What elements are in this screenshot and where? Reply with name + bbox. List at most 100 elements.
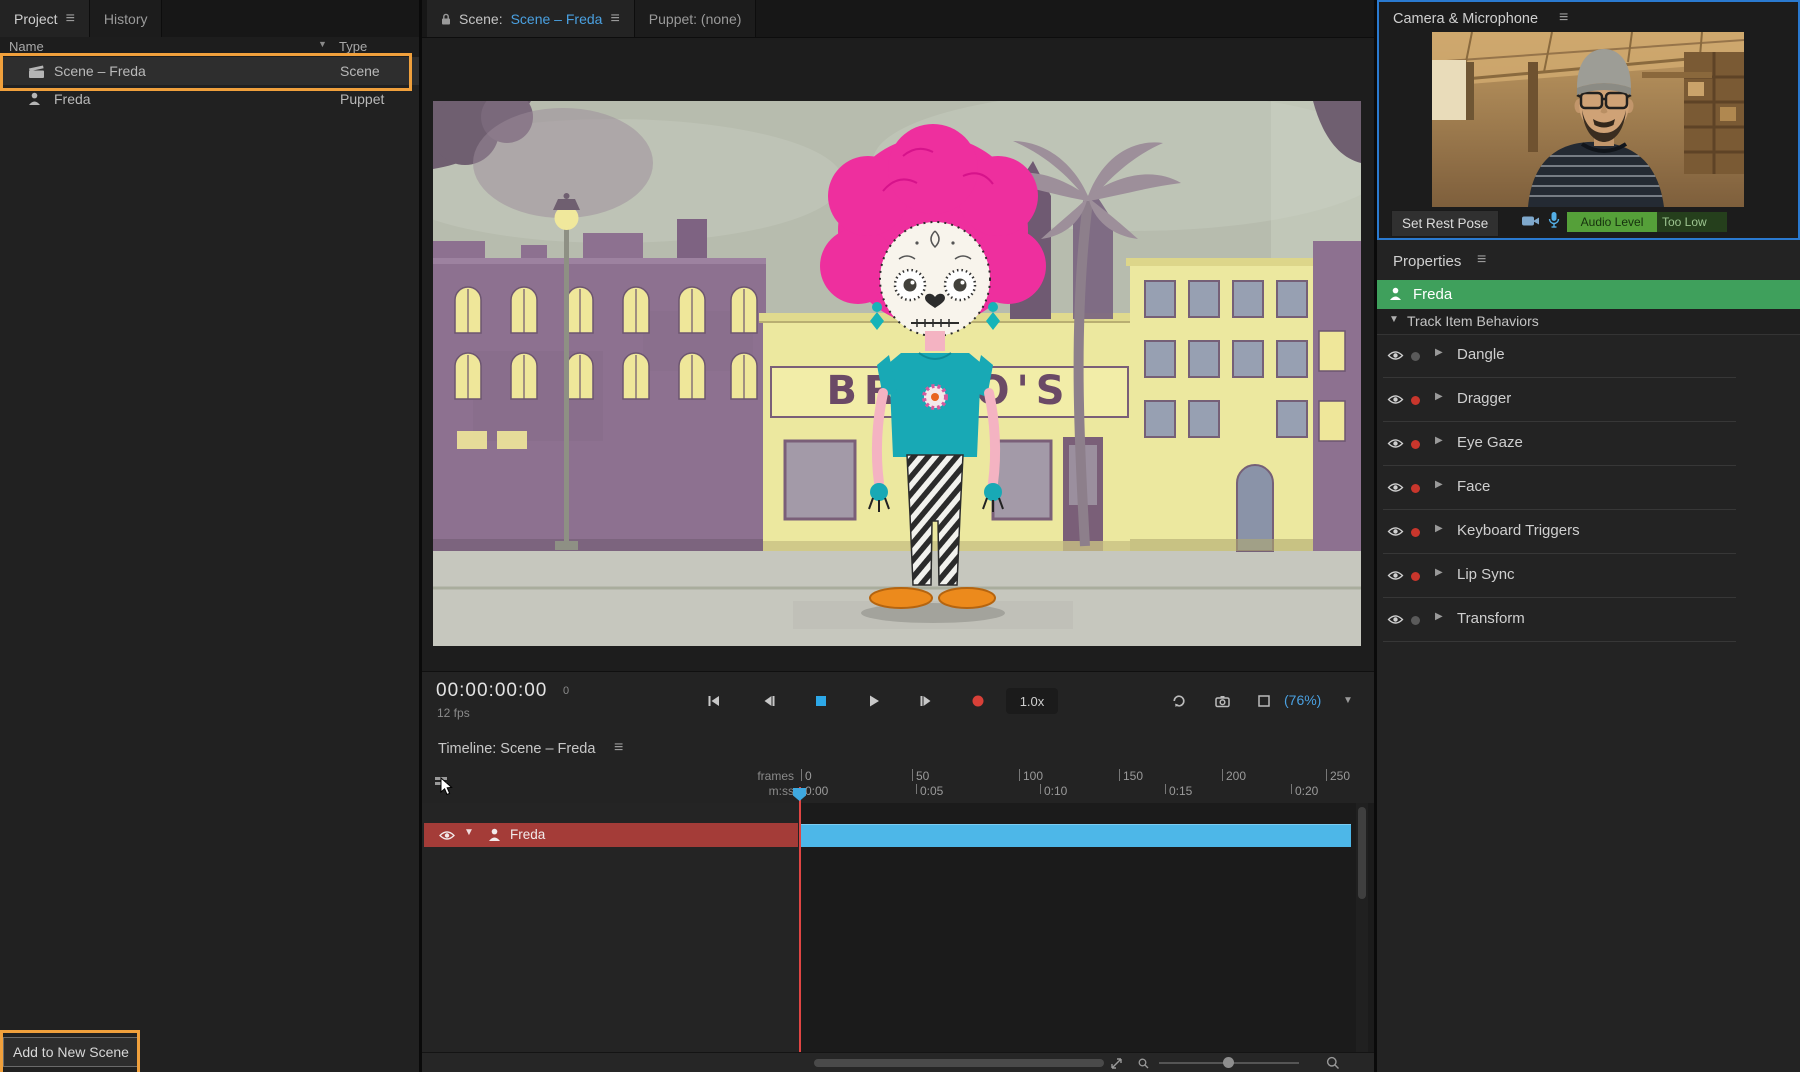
zoom-in-timeline-icon[interactable] <box>1326 1056 1340 1070</box>
behavior-name: Dangle <box>1457 346 1505 363</box>
tab-scene[interactable]: Scene: Scene – Freda ≡ <box>427 0 635 37</box>
caret-right-icon[interactable]: ▶ <box>1435 347 1443 358</box>
timeline-lanes[interactable]: ▼ Freda <box>422 803 1374 1052</box>
tab-scene-name: Scene – Freda <box>511 11 603 27</box>
eye-icon[interactable] <box>1387 438 1404 449</box>
caret-right-icon[interactable]: ▶ <box>1435 479 1443 490</box>
behavior-row-transform[interactable]: ▶ Transform <box>1377 598 1800 642</box>
puppet-icon <box>488 828 501 842</box>
zoom-out-timeline-icon[interactable] <box>1138 1058 1149 1069</box>
frame-counter: 0 <box>563 685 569 697</box>
caret-right-icon[interactable]: ▶ <box>1435 435 1443 446</box>
set-rest-pose-button[interactable]: Set Rest Pose <box>1391 210 1499 237</box>
arm-record-dot[interactable] <box>1411 352 1420 361</box>
behavior-name: Transform <box>1457 610 1525 627</box>
stop-button[interactable] <box>806 686 836 716</box>
camera-toggle-icon[interactable] <box>1521 214 1540 228</box>
eye-icon[interactable] <box>1387 614 1404 625</box>
record-button[interactable] <box>963 686 993 716</box>
scrollbar-thumb[interactable] <box>1358 807 1366 899</box>
sort-caret-icon[interactable]: ▼ <box>318 39 327 49</box>
timecode-display[interactable]: 00:00:00:00 <box>436 680 547 702</box>
timeline-horizontal-scrollbar[interactable] <box>814 1059 1104 1067</box>
behavior-row-face[interactable]: ▶ Face <box>1377 466 1800 510</box>
tab-puppet-label: Puppet: (none) <box>649 11 742 27</box>
scene-clapperboard-icon <box>28 64 45 79</box>
track-header-freda[interactable]: ▼ Freda <box>424 823 798 847</box>
audio-level-badge: Audio Level Too Low <box>1567 212 1727 232</box>
eye-icon[interactable] <box>1387 482 1404 493</box>
track-name: Freda <box>510 827 545 842</box>
project-row-scene[interactable]: Scene – Freda Scene <box>0 57 419 85</box>
tab-puppet[interactable]: Puppet: (none) <box>635 0 757 37</box>
arm-record-dot[interactable] <box>1411 484 1420 493</box>
arm-record-dot[interactable] <box>1411 396 1420 405</box>
eye-icon[interactable] <box>1387 526 1404 537</box>
arm-record-dot[interactable] <box>1411 528 1420 537</box>
frame-outline-icon[interactable] <box>1249 686 1279 716</box>
loop-icon[interactable] <box>1164 686 1194 716</box>
timeline-ruler[interactable]: frames m:ss 0 50 100 150 200 250 0:00 0:… <box>422 767 1374 804</box>
eye-icon[interactable] <box>1387 570 1404 581</box>
menu-icon[interactable]: ≡ <box>66 11 75 27</box>
column-name[interactable]: Name <box>9 39 44 54</box>
eye-icon[interactable] <box>439 830 455 841</box>
track-item-bar[interactable] <box>800 824 1351 847</box>
timeline-panel: Timeline: Scene – Freda ≡ frames m:ss 0 … <box>422 731 1374 1072</box>
properties-panel: Properties ≡ Freda ▼ Track Item Behavior… <box>1377 240 1800 1072</box>
menu-icon[interactable]: ≡ <box>1477 252 1486 268</box>
column-type[interactable]: Type <box>339 39 367 54</box>
camera-panel-title: Camera & Microphone <box>1393 11 1538 27</box>
project-column-header[interactable]: Name ▼ Type <box>0 37 419 58</box>
timeline-vertical-scrollbar[interactable] <box>1356 803 1368 1052</box>
menu-icon[interactable]: ≡ <box>614 740 623 756</box>
caret-right-icon[interactable]: ▶ <box>1435 611 1443 622</box>
menu-icon[interactable]: ≡ <box>610 11 619 27</box>
behavior-row-dragger[interactable]: ▶ Dragger <box>1377 378 1800 422</box>
playhead-line[interactable] <box>799 787 801 1052</box>
caret-down-icon[interactable]: ▼ <box>1389 314 1399 325</box>
project-panel: Project ≡ History Name ▼ Type Scene – Fr… <box>0 0 419 1072</box>
tab-scene-prefix: Scene: <box>459 11 503 27</box>
frame-tick: 100 <box>1023 769 1043 783</box>
arm-record-dot[interactable] <box>1411 572 1420 581</box>
timeline-bottom-bar <box>422 1052 1374 1072</box>
behavior-row-lip-sync[interactable]: ▶ Lip Sync <box>1377 554 1800 598</box>
tab-history[interactable]: History <box>90 0 163 37</box>
section-title: Track Item Behaviors <box>1407 313 1539 329</box>
timeline-zoom-handle[interactable] <box>1223 1057 1234 1068</box>
caret-right-icon[interactable]: ▶ <box>1435 567 1443 578</box>
eye-icon[interactable] <box>1387 394 1404 405</box>
play-button[interactable] <box>859 686 889 716</box>
caret-right-icon[interactable]: ▶ <box>1435 523 1443 534</box>
playback-speed-control[interactable]: 1.0x <box>1006 688 1058 714</box>
scene-stage[interactable]: BRUTO'S <box>433 101 1361 646</box>
behavior-row-keyboard-triggers[interactable]: ▶ Keyboard Triggers <box>1377 510 1800 554</box>
tab-history-label: History <box>104 11 148 27</box>
add-to-new-scene-button[interactable]: Add to New Scene <box>3 1037 139 1067</box>
arm-record-dot[interactable] <box>1411 616 1420 625</box>
track-item-behaviors-section[interactable]: ▼ Track Item Behaviors <box>1377 309 1800 335</box>
playback-bar: 00:00:00:00 0 12 fps 1.0x (76 <box>422 671 1374 732</box>
behavior-name: Lip Sync <box>1457 566 1515 583</box>
caret-down-icon[interactable]: ▼ <box>464 827 474 838</box>
tab-project[interactable]: Project ≡ <box>0 0 90 37</box>
viewer-zoom-level[interactable]: (76%) <box>1284 692 1321 708</box>
arm-record-dot[interactable] <box>1411 440 1420 449</box>
behavior-row-eye-gaze[interactable]: ▶ Eye Gaze <box>1377 422 1800 466</box>
eye-icon[interactable] <box>1387 350 1404 361</box>
snapshot-icon[interactable] <box>1207 686 1237 716</box>
selected-item-bar[interactable]: Freda <box>1377 280 1800 309</box>
caret-right-icon[interactable]: ▶ <box>1435 391 1443 402</box>
menu-icon[interactable]: ≡ <box>1559 10 1568 26</box>
next-frame-button[interactable] <box>911 686 941 716</box>
mss-label: m:ss <box>734 784 794 798</box>
go-to-start-button[interactable] <box>699 686 729 716</box>
microphone-toggle-icon[interactable] <box>1547 211 1561 229</box>
previous-frame-button[interactable] <box>754 686 784 716</box>
behavior-row-dangle[interactable]: ▶ Dangle <box>1377 334 1800 378</box>
fit-timeline-icon[interactable] <box>1110 1057 1123 1070</box>
project-item-type: Scene <box>340 63 380 79</box>
caret-down-icon[interactable]: ▼ <box>1343 695 1353 706</box>
project-row-puppet[interactable]: Freda Puppet <box>0 85 419 113</box>
